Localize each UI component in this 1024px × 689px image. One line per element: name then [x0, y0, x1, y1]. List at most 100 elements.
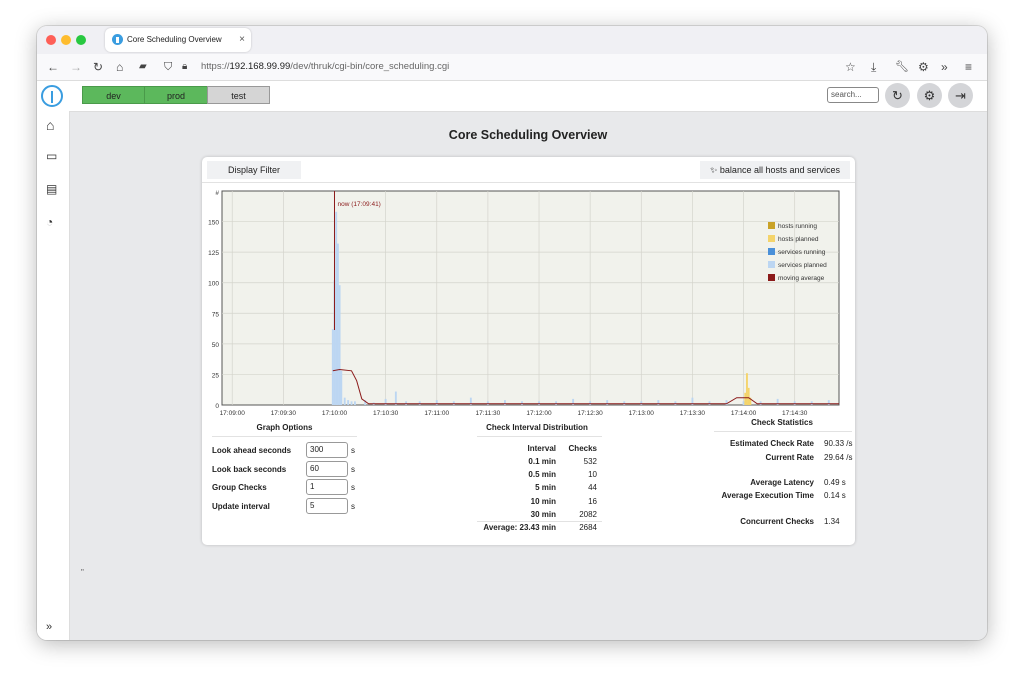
- extension-icon[interactable]: ▰: [139, 58, 147, 76]
- x-tick-label: 17:09:00: [220, 410, 246, 417]
- option-label: Look ahead seconds: [212, 446, 292, 455]
- option-label: Look back seconds: [212, 464, 287, 474]
- statistic-value: 1.34: [824, 517, 840, 526]
- gauge-nav-icon[interactable]: ◔: [46, 215, 53, 229]
- checks-value: 16: [588, 496, 597, 506]
- y-tick-label: 0: [215, 403, 219, 410]
- legend-swatch: [768, 261, 775, 268]
- browser-window: Core Scheduling Overview × ← → ↻ ⌂ ▰ ⛉ 🔒…: [37, 26, 987, 640]
- wrench-icon[interactable]: 🔧︎: [895, 58, 909, 76]
- interval-value: 0.5 min: [528, 470, 556, 480]
- book-nav-icon[interactable]: ▤: [46, 182, 57, 196]
- page: ⌂ ▭ ▤ ◔ » dev prod test search... ↻ ⚙ ⇥ …: [37, 81, 987, 640]
- interval-header: Interval: [527, 444, 556, 453]
- checks-value: 2082: [579, 509, 597, 519]
- bar-services-planned: [335, 211, 338, 405]
- bar-services-planned: [418, 401, 421, 405]
- x-tick-label: 17:09:30: [271, 410, 297, 417]
- check-interval-rule: [477, 436, 602, 437]
- interval-value: 10 min: [530, 496, 556, 506]
- legend-label: hosts planned: [778, 236, 819, 243]
- forward-icon[interactable]: →: [70, 58, 82, 76]
- download-icon[interactable]: ⤓: [871, 58, 876, 76]
- bar-hosts-planned: [747, 387, 750, 405]
- y-tick-label: 75: [212, 311, 220, 318]
- env-test-button[interactable]: test: [207, 86, 270, 104]
- reload-icon[interactable]: ↻: [93, 58, 103, 76]
- search-input[interactable]: search...: [827, 87, 879, 103]
- lock-icon[interactable]: 🔒︎: [182, 58, 187, 76]
- option-unit: s: [351, 446, 355, 455]
- y-tick-label: 125: [208, 250, 219, 257]
- checks-header: Checks: [568, 444, 597, 453]
- expand-sidebar-icon[interactable]: »: [46, 621, 52, 633]
- bar-hosts-planned: [744, 392, 747, 405]
- bar-services-planned: [350, 401, 353, 405]
- legend-swatch: [768, 274, 775, 281]
- checks-value: 532: [583, 457, 597, 466]
- thruk-favicon-icon: [112, 34, 123, 45]
- statistic-label: Estimated Check Rate: [729, 439, 814, 448]
- refresh-button[interactable]: ↻: [885, 83, 910, 108]
- distribution-footer-rule: [477, 521, 602, 522]
- maximize-window-button[interactable]: [76, 35, 86, 45]
- bar-services-planned: [521, 401, 523, 405]
- browser-tab[interactable]: Core Scheduling Overview ×: [105, 28, 251, 52]
- bar-services-planned: [810, 401, 813, 405]
- statistic-label: Concurrent Checks: [740, 517, 814, 526]
- bar-services-planned: [354, 401, 356, 405]
- legend-swatch: [768, 222, 775, 229]
- interval-value: 30 min: [530, 509, 556, 519]
- top-bar: dev prod test search... ↻ ⚙ ⇥: [69, 81, 987, 112]
- bar-services-planned: [347, 400, 350, 405]
- bar-services-planned: [336, 243, 339, 405]
- page-footnote: ": [81, 568, 84, 577]
- bar-services-planned: [555, 401, 558, 405]
- option-input[interactable]: 5: [306, 497, 348, 514]
- option-label: Group Checks: [212, 483, 267, 492]
- env-dev-button[interactable]: dev: [82, 86, 145, 104]
- check-statistics-title: Check Statistics: [751, 418, 813, 427]
- x-tick-label: 17:14:00: [731, 410, 757, 417]
- graph-options-title: Graph Options: [256, 423, 313, 432]
- bar-services-planned: [394, 391, 397, 405]
- bar-services-planned: [623, 401, 626, 405]
- menu-icon[interactable]: ≡: [965, 58, 972, 76]
- home-nav-icon[interactable]: ⌂: [46, 117, 54, 133]
- settings-button[interactable]: ⚙: [917, 83, 942, 108]
- monitor-nav-icon[interactable]: ▭: [46, 149, 57, 163]
- y-tick-label: 100: [208, 281, 219, 288]
- env-prod-button[interactable]: prod: [144, 86, 208, 104]
- bar-services-planned: [331, 329, 334, 405]
- address-bar[interactable]: https://192.168.99.99/dev/thruk/cgi-bin/…: [201, 60, 449, 74]
- x-tick-label: 17:10:30: [373, 410, 399, 417]
- checks-total: 2684: [579, 523, 597, 532]
- check-statistics-rule: [714, 431, 852, 432]
- bar-services-planned: [538, 401, 540, 405]
- close-window-button[interactable]: [46, 35, 56, 45]
- overflow-icon[interactable]: »: [941, 58, 948, 76]
- minimize-window-button[interactable]: [61, 35, 71, 45]
- x-tick-label: 17:11:00: [424, 410, 449, 417]
- x-tick-label: 17:13:00: [629, 410, 655, 417]
- option-input[interactable]: 300: [306, 442, 348, 458]
- bookmark-star-icon[interactable]: ☆: [845, 58, 856, 76]
- shield-icon[interactable]: ⛉: [164, 58, 172, 76]
- option-unit: s: [351, 483, 355, 492]
- back-icon[interactable]: ←: [47, 58, 59, 76]
- tab-close-icon[interactable]: ×: [239, 28, 245, 52]
- tab-bar: Core Scheduling Overview ×: [37, 26, 987, 54]
- thruk-logo-icon[interactable]: [41, 85, 63, 107]
- legend-swatch: [768, 248, 775, 255]
- option-input[interactable]: 60: [306, 460, 348, 477]
- logout-button[interactable]: ⇥: [948, 83, 973, 108]
- gear-icon[interactable]: ⚙: [918, 58, 929, 76]
- plot-area: [221, 190, 840, 406]
- legend-swatch: [768, 235, 775, 242]
- home-icon[interactable]: ⌂: [116, 58, 123, 76]
- option-input[interactable]: 1: [306, 479, 348, 495]
- x-tick-label: 17:12:00: [526, 410, 552, 417]
- checks-value: 10: [588, 470, 597, 480]
- x-tick-label: 17:11:30: [475, 410, 500, 417]
- y-tick-label: 150: [208, 220, 219, 227]
